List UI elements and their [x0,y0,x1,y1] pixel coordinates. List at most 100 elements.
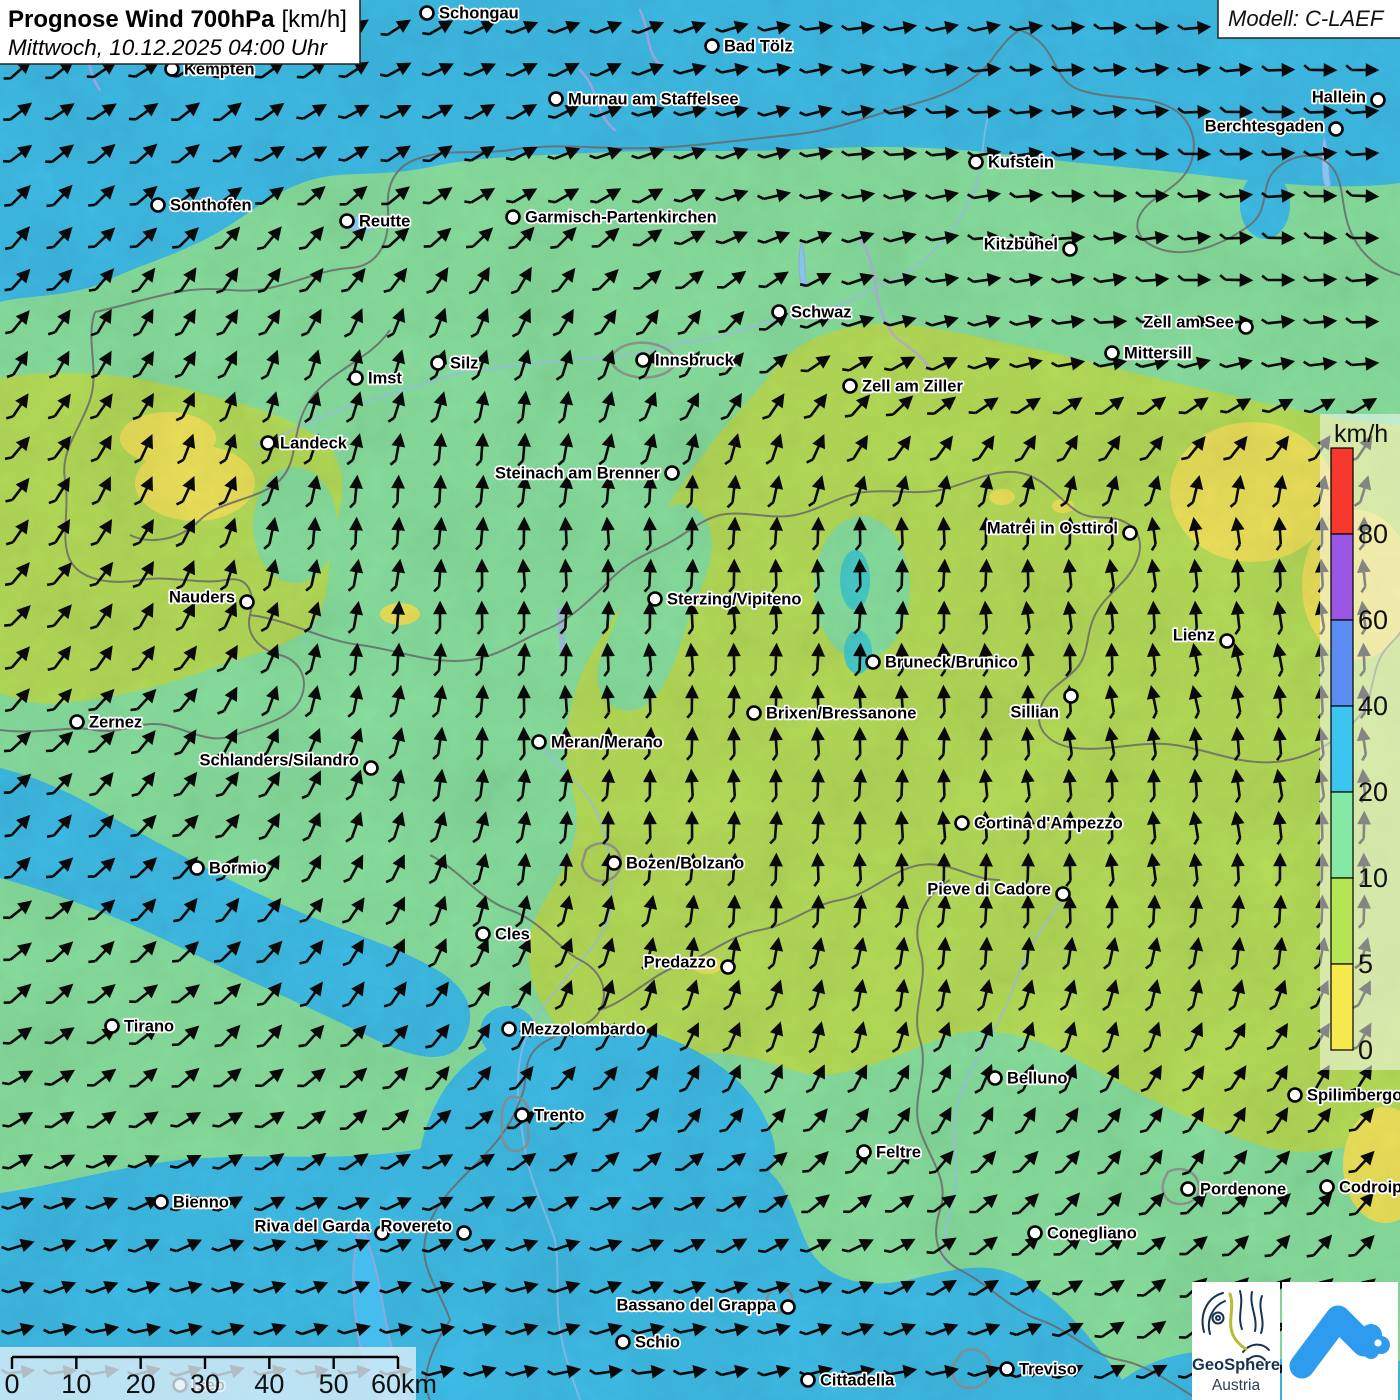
city-label: Pieve di Cadore [927,881,1051,899]
city-marker [989,1072,1002,1085]
legend-value: 60 [1358,605,1388,635]
legend-value: 10 [1358,863,1388,893]
city-marker [155,1196,168,1209]
city-marker [706,40,719,53]
city-label: Cles [495,926,530,944]
city-label: Conegliano [1047,1225,1137,1243]
city-marker [844,380,857,393]
city-label: Murnau am Staffelsee [568,91,739,109]
city-label: Brixen/Bressanone [766,705,916,723]
legend-color-block [1331,964,1353,1050]
city-label: Treviso [1019,1361,1077,1379]
city-marker [106,1020,119,1033]
city-marker [262,437,275,450]
city-marker [1221,635,1234,648]
city-label: Pordenone [1200,1181,1286,1199]
city-marker [550,93,563,106]
city-marker [152,199,165,212]
city-marker [71,716,84,729]
city-label: Sterzing/Vipiteno [667,591,801,609]
city-label: Bad Tölz [724,38,793,56]
legend-color-block [1331,792,1353,878]
city-label: Zell am Ziller [862,378,963,396]
city-label: Bienno [173,1194,229,1212]
legend-color-block [1331,448,1353,534]
city-label: Hallein [1312,89,1366,107]
legend-color-block [1331,878,1353,964]
city-label: Bruneck/Brunico [885,654,1018,672]
city-marker [858,1146,871,1159]
city-label: Berchtesgaden [1205,118,1324,136]
city-label: Bormio [209,860,267,878]
city-marker [1124,527,1137,540]
city-label: Landeck [280,435,348,453]
wind-map: SchongauBad TölzKemptenMurnau am Staffel… [0,0,1400,1400]
city-label: Sillian [1010,704,1059,722]
city-label: Cittadella [820,1372,895,1390]
city-marker [722,961,735,974]
city-marker [477,928,490,941]
city-marker [666,467,679,480]
city-label: Kufstein [988,154,1054,172]
city-marker [1057,888,1070,901]
city-marker [421,7,434,20]
city-label: Schio [635,1334,680,1352]
city-label: Bassano del Grappa [616,1297,776,1315]
city-marker [1065,690,1078,703]
city-label: Silz [450,355,478,373]
city-marker [503,1023,516,1036]
city-marker [1240,321,1253,334]
geosphere-name: GeoSphere [1192,1356,1280,1374]
legend-value: 80 [1358,519,1388,549]
city-label: Garmisch-Partenkirchen [525,209,717,227]
city-label: Schongau [439,5,519,23]
city-marker [970,156,983,169]
city-marker [365,762,378,775]
city-marker [637,354,650,367]
city-marker [1106,347,1119,360]
city-marker [748,707,761,720]
city-marker [617,1336,630,1349]
city-marker [458,1227,471,1240]
legend-color-block [1331,534,1353,620]
city-label: Zell am See [1143,314,1234,332]
city-marker [956,817,969,830]
scale-bar-label: 60km [371,1369,437,1399]
legend-color-block [1331,706,1353,792]
weather-map-page: SchongauBad TölzKemptenMurnau am Staffel… [0,0,1400,1400]
city-marker [241,596,254,609]
city-label: Meran/Merano [551,734,663,752]
city-label: Reutte [359,213,410,231]
geosphere-country: Austria [1212,1377,1261,1394]
title-unit: [km/h] [282,6,347,33]
city-label: Zernez [89,714,142,732]
city-marker [191,862,204,875]
city-marker [1064,243,1077,256]
city-label: Codroipo [1339,1179,1400,1197]
city-label: Rovereto [380,1218,452,1236]
city-marker [782,1301,795,1314]
legend-title: km/h [1334,420,1388,448]
legend-value: 5 [1358,949,1373,979]
city-label: Mittersill [1124,345,1192,363]
city-marker [802,1374,815,1387]
city-label: Innsbruck [655,352,735,370]
city-label: Lienz [1173,627,1215,645]
city-label: Sonthofen [170,197,252,215]
scale-bar-label: 0 [4,1369,19,1399]
city-marker [1001,1363,1014,1376]
city-label: Bozen/Bolzano [626,855,744,873]
scale-bar-label: 30 [190,1369,220,1399]
scale-bar-label: 10 [61,1369,91,1399]
scale-bar-label: 20 [126,1369,156,1399]
city-label: Tirano [124,1018,174,1036]
city-label: Steinach am Brenner [495,465,661,483]
city-label: Belluno [1007,1070,1068,1088]
city-label: Riva del Garda [254,1218,370,1236]
legend-value: 0 [1358,1035,1373,1065]
city-label: Matrei in Osttirol [987,520,1118,538]
city-marker [1029,1227,1042,1240]
city-label: Mezzolombardo [521,1021,646,1039]
legend-color-block [1331,620,1353,706]
city-marker [1372,94,1385,107]
